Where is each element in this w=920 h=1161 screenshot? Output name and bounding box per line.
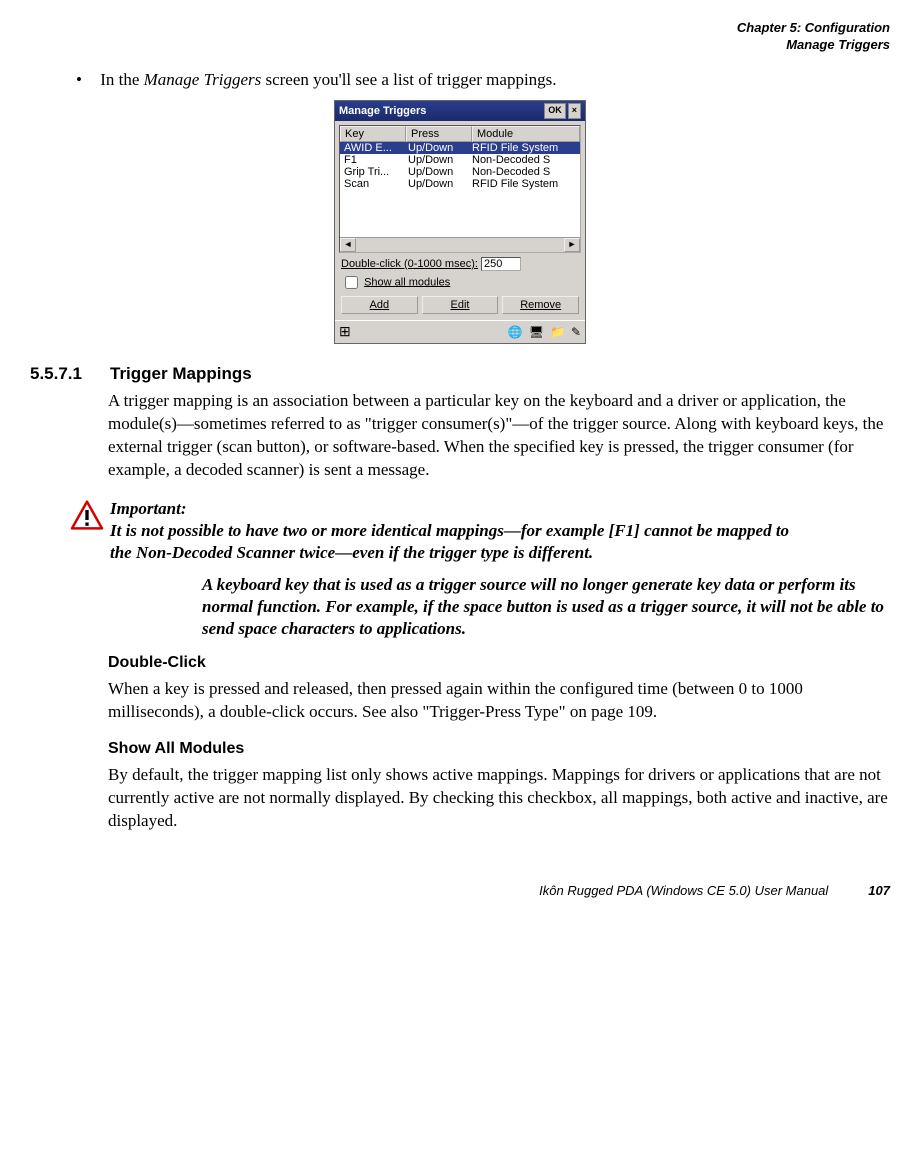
intro-text-post: screen you'll see a list of trigger mapp… <box>261 70 556 89</box>
tray-folder-icon[interactable]: 📁 <box>550 325 565 339</box>
page-number: 107 <box>868 883 890 898</box>
scroll-right-icon[interactable]: ► <box>564 238 580 252</box>
paragraph-show-all: By default, the trigger mapping list onl… <box>108 764 890 833</box>
double-click-label: Double-click (0-1000 msec): <box>341 258 478 270</box>
screenshot-figure: Manage Triggers OK × Key Press Module AW… <box>30 100 890 344</box>
warning-icon <box>70 498 110 641</box>
ok-button[interactable]: OK <box>544 103 566 119</box>
section-heading: 5.5.7.1 Trigger Mappings <box>30 364 890 384</box>
table-row[interactable]: Scan Up/Down RFID File System <box>340 178 580 190</box>
double-click-input[interactable] <box>481 257 521 271</box>
page-footer: Ikôn Rugged PDA (Windows CE 5.0) User Ma… <box>30 883 890 898</box>
close-button[interactable]: × <box>568 103 581 119</box>
tray-pencil-icon[interactable]: ✎ <box>571 325 581 339</box>
header-section: Manage Triggers <box>30 37 890 54</box>
intro-bullet: • In the Manage Triggers screen you'll s… <box>76 70 890 90</box>
show-all-row: Show all modules <box>341 273 579 292</box>
window-title: Manage Triggers <box>339 105 542 117</box>
tray-globe-icon[interactable]: 🌐 <box>508 325 523 339</box>
mappings-list[interactable]: Key Press Module AWID E... Up/Down RFID … <box>339 125 581 253</box>
remove-button[interactable]: Remove <box>502 296 579 314</box>
page-header: Chapter 5: Configuration Manage Triggers <box>30 20 890 54</box>
manage-triggers-window: Manage Triggers OK × Key Press Module AW… <box>334 100 586 344</box>
paragraph-trigger-mappings: A trigger mapping is an association betw… <box>108 390 890 482</box>
list-header: Key Press Module <box>340 126 580 142</box>
col-key[interactable]: Key <box>340 126 406 142</box>
footer-title: Ikôn Rugged PDA (Windows CE 5.0) User Ma… <box>539 883 828 898</box>
header-chapter: Chapter 5: Configuration <box>30 20 890 37</box>
intro-text-pre: In the <box>100 70 143 89</box>
table-row[interactable]: Grip Tri... Up/Down Non-Decoded S <box>340 166 580 178</box>
paragraph-double-click: When a key is pressed and released, then… <box>108 678 890 724</box>
section-number: 5.5.7.1 <box>30 364 82 384</box>
important-block: Important:It is not possible to have two… <box>70 498 890 641</box>
table-row[interactable]: F1 Up/Down Non-Decoded S <box>340 154 580 166</box>
horizontal-scrollbar[interactable]: ◄ ► <box>340 237 580 252</box>
col-module[interactable]: Module <box>472 126 580 142</box>
tray-monitor-icon[interactable]: 🖥 <box>529 325 544 339</box>
intro-text-em: Manage Triggers <box>144 70 262 89</box>
edit-button[interactable]: Edit <box>422 296 499 314</box>
window-titlebar: Manage Triggers OK × <box>335 101 585 121</box>
show-all-checkbox[interactable] <box>345 276 358 289</box>
show-all-label: Show all modules <box>364 276 450 288</box>
bullet-icon: • <box>76 70 82 89</box>
important-label: Important: <box>110 498 202 520</box>
start-icon[interactable]: ⊞ <box>339 323 351 340</box>
scroll-left-icon[interactable]: ◄ <box>340 238 356 252</box>
col-press[interactable]: Press <box>406 126 472 142</box>
double-click-row: Double-click (0-1000 msec): <box>341 257 579 271</box>
add-button[interactable]: Add <box>341 296 418 314</box>
important-para2: A keyboard key that is used as a trigger… <box>202 574 890 640</box>
subheading-double-click: Double-Click <box>108 654 890 672</box>
table-row[interactable]: AWID E... Up/Down RFID File System <box>340 142 580 154</box>
taskbar: ⊞ 🌐 🖥 📁 ✎ <box>335 320 585 343</box>
subheading-show-all: Show All Modules <box>108 740 890 758</box>
section-title: Trigger Mappings <box>110 364 252 384</box>
important-para1: It is not possible to have two or more i… <box>110 520 810 564</box>
